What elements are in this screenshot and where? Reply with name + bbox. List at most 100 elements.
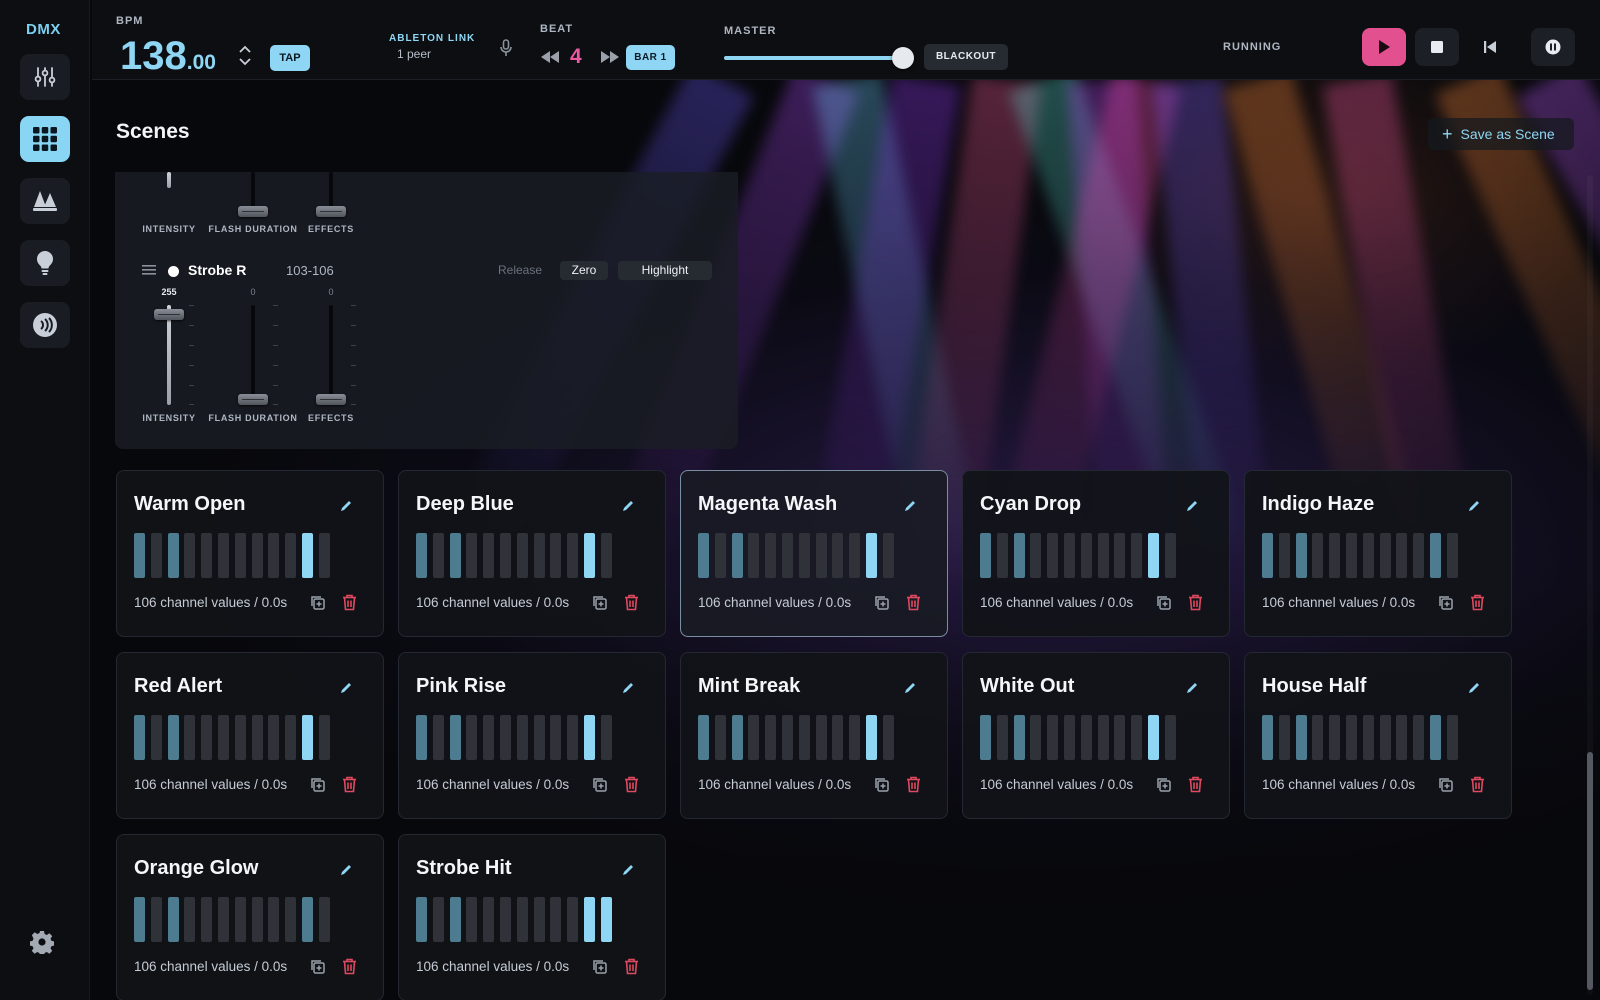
scrollbar-thumb[interactable] xyxy=(1587,752,1593,990)
duplicate-icon[interactable] xyxy=(1437,594,1454,611)
scene-card[interactable]: Indigo Haze 106 channel values / 0.0s xyxy=(1244,470,1512,637)
scene-card[interactable]: Warm Open 106 channel values / 0.0s xyxy=(116,470,384,637)
duplicate-icon[interactable] xyxy=(309,776,326,793)
trash-icon[interactable] xyxy=(906,776,921,793)
channel-bar xyxy=(748,533,760,578)
channel-bar xyxy=(1278,533,1290,578)
channel-bar xyxy=(1430,715,1441,760)
sidebar-item-audio[interactable] xyxy=(20,302,70,348)
trash-icon[interactable] xyxy=(342,958,357,975)
scene-card[interactable]: Deep Blue 106 channel values / 0.0s xyxy=(398,470,666,637)
channel-bar xyxy=(1030,715,1042,760)
sidebar-item-mixer[interactable] xyxy=(20,54,70,100)
trash-icon[interactable] xyxy=(906,594,921,611)
duplicate-icon[interactable] xyxy=(873,776,890,793)
highlight-button[interactable]: Highlight xyxy=(618,261,712,280)
trash-icon[interactable] xyxy=(1188,776,1203,793)
fader-intensity-top[interactable]: INTENSITY xyxy=(129,172,209,234)
fader-effects-top[interactable]: EFFECTS xyxy=(291,172,371,234)
fader-intensity[interactable]: 255 INTENSITY xyxy=(129,287,209,427)
bpm-value[interactable]: 138.00 xyxy=(120,36,216,83)
trash-icon[interactable] xyxy=(624,594,639,611)
bpm-up-icon[interactable] xyxy=(238,44,252,54)
scene-card[interactable]: Orange Glow 106 channel values / 0.0s xyxy=(116,834,384,1000)
channel-bar xyxy=(134,897,145,942)
edit-pencil-icon[interactable] xyxy=(1467,681,1481,695)
duplicate-icon[interactable] xyxy=(1155,776,1172,793)
tap-button[interactable]: TAP xyxy=(270,45,310,71)
duplicate-icon[interactable] xyxy=(873,594,890,611)
channel-bar xyxy=(567,897,579,942)
trash-icon[interactable] xyxy=(1470,776,1485,793)
trash-icon[interactable] xyxy=(342,594,357,611)
channel-bar xyxy=(1114,533,1126,578)
scene-card[interactable]: Mint Break 106 channel values / 0.0s xyxy=(680,652,948,819)
plus-icon: + xyxy=(1442,124,1453,144)
channel-bar xyxy=(1080,715,1092,760)
edit-pencil-icon[interactable] xyxy=(621,863,635,877)
fader-flash-duration[interactable]: 0 FLASH DURATION xyxy=(208,287,296,427)
trash-icon[interactable] xyxy=(342,776,357,793)
channel-bar xyxy=(731,715,743,760)
trash-icon[interactable] xyxy=(624,958,639,975)
fast-forward-icon[interactable] xyxy=(600,50,620,64)
duplicate-icon[interactable] xyxy=(309,958,326,975)
scene-name: Warm Open xyxy=(134,493,246,515)
channel-bar xyxy=(798,715,810,760)
edit-pencil-icon[interactable] xyxy=(339,681,353,695)
channel-bar xyxy=(600,533,612,578)
channel-bar xyxy=(218,715,229,760)
play-button[interactable] xyxy=(1362,28,1406,66)
edit-pencil-icon[interactable] xyxy=(621,681,635,695)
edit-pencil-icon[interactable] xyxy=(903,499,917,513)
edit-pencil-icon[interactable] xyxy=(621,499,635,513)
edit-pencil-icon[interactable] xyxy=(1185,681,1199,695)
trash-icon[interactable] xyxy=(624,776,639,793)
channel-bar xyxy=(1396,715,1408,760)
scene-card[interactable]: Magenta Wash 106 channel values / 0.0s xyxy=(680,470,948,637)
trash-icon[interactable] xyxy=(1470,594,1485,611)
scene-card[interactable]: Pink Rise 106 channel values / 0.0s xyxy=(398,652,666,819)
stop-button[interactable] xyxy=(1415,28,1459,66)
channel-bar xyxy=(285,533,297,578)
duplicate-icon[interactable] xyxy=(1437,776,1454,793)
scene-card[interactable]: White Out 106 channel values / 0.0s xyxy=(962,652,1230,819)
edit-pencil-icon[interactable] xyxy=(339,863,353,877)
rewind-icon[interactable] xyxy=(540,50,560,64)
microphone-icon[interactable] xyxy=(500,39,512,57)
sidebar-item-fixtures[interactable] xyxy=(20,240,70,286)
release-button[interactable]: Release xyxy=(492,261,548,280)
duplicate-icon[interactable] xyxy=(309,594,326,611)
duplicate-icon[interactable] xyxy=(1155,594,1172,611)
drag-handle-icon[interactable] xyxy=(142,265,156,275)
blackout-button[interactable]: BLACKOUT xyxy=(924,44,1008,70)
duplicate-icon[interactable] xyxy=(591,594,608,611)
bpm-down-icon[interactable] xyxy=(238,57,252,67)
sidebar-item-scenes[interactable] xyxy=(20,116,70,162)
master-slider-knob[interactable] xyxy=(892,47,914,69)
edit-pencil-icon[interactable] xyxy=(1467,499,1481,513)
edit-pencil-icon[interactable] xyxy=(903,681,917,695)
edit-pencil-icon[interactable] xyxy=(1185,499,1199,513)
zero-button[interactable]: Zero xyxy=(560,261,608,280)
gear-icon[interactable] xyxy=(30,930,54,954)
scene-card[interactable]: Strobe Hit 106 channel values / 0.0s xyxy=(398,834,666,1000)
scene-card[interactable]: House Half 106 channel values / 0.0s xyxy=(1244,652,1512,819)
channel-bar xyxy=(134,715,145,760)
channel-bar xyxy=(184,897,196,942)
master-slider[interactable] xyxy=(724,56,904,60)
sidebar-item-stage[interactable] xyxy=(20,178,70,224)
edit-pencil-icon[interactable] xyxy=(339,499,353,513)
pause-button[interactable] xyxy=(1531,28,1575,66)
save-as-scene-button[interactable]: + Save as Scene xyxy=(1428,118,1574,150)
channel-bar xyxy=(516,897,528,942)
fader-effects[interactable]: 0 EFFECTS xyxy=(291,287,371,427)
ableton-link-label[interactable]: ABLETON LINK xyxy=(389,33,475,44)
trash-icon[interactable] xyxy=(1188,594,1203,611)
duplicate-icon[interactable] xyxy=(591,776,608,793)
scene-card[interactable]: Red Alert 106 channel values / 0.0s xyxy=(116,652,384,819)
duplicate-icon[interactable] xyxy=(591,958,608,975)
bar-badge[interactable]: BAR 1 xyxy=(626,45,675,70)
scene-card[interactable]: Cyan Drop 106 channel values / 0.0s xyxy=(962,470,1230,637)
skip-back-button[interactable] xyxy=(1468,28,1512,66)
